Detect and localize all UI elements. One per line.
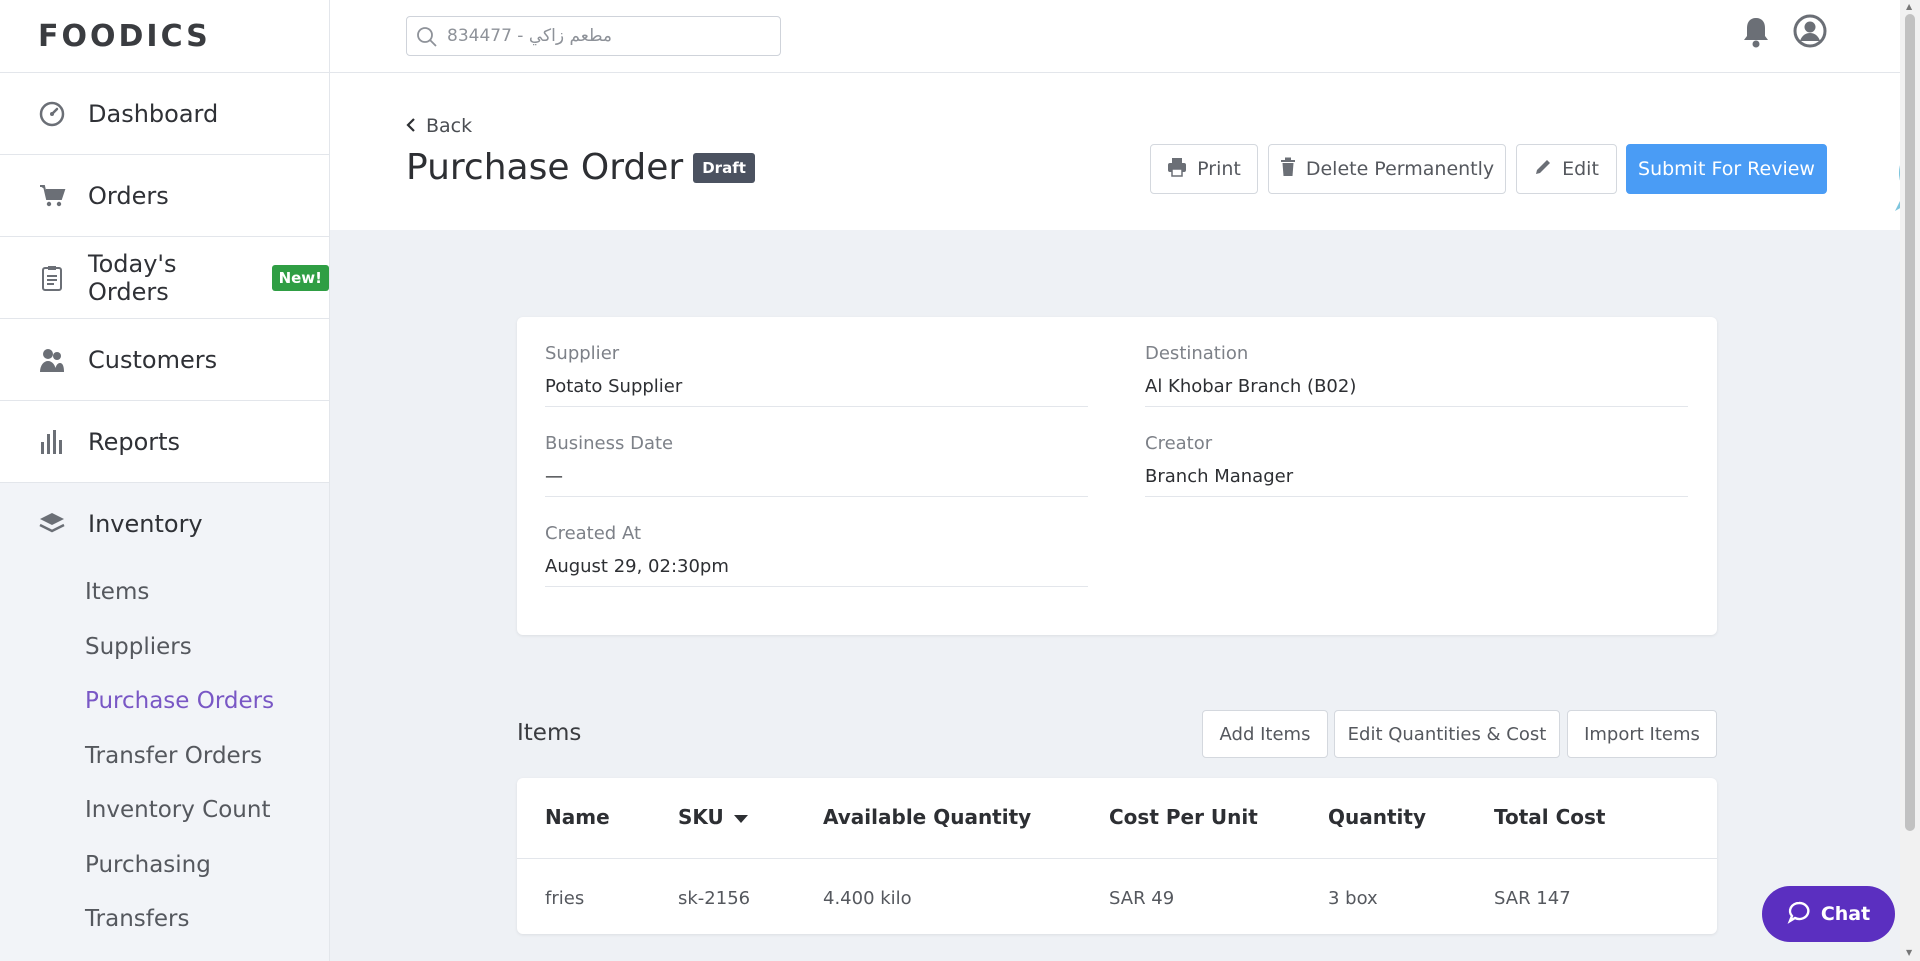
sidebar-item-inventory[interactable]: Inventory <box>0 483 329 565</box>
field-label: Business Date <box>545 433 674 454</box>
field-label: Supplier <box>545 343 620 364</box>
supplier-field: Supplier Potato Supplier <box>545 317 1088 407</box>
status-badge: Draft <box>693 152 755 183</box>
sidebar-item-label: Customers <box>88 345 218 374</box>
column-header-name[interactable]: Name <box>545 805 610 829</box>
sidebar-subitem-items[interactable]: Items <box>0 565 329 620</box>
pencil-icon <box>1534 158 1552 181</box>
sidebar-subitem-transfers[interactable]: Transfers <box>0 892 329 947</box>
edit-label: Edit <box>1562 158 1599 180</box>
sidebar-subitem-purchasing[interactable]: Purchasing <box>0 838 329 893</box>
sidebar-item-customers[interactable]: Customers <box>0 319 329 401</box>
sidebar: FOODICS Dashboard Orders Today's Orders … <box>0 0 330 961</box>
column-header-available-quantity[interactable]: Available Quantity <box>823 805 1031 829</box>
print-label: Print <box>1197 158 1241 180</box>
delete-permanently-button[interactable]: Delete Permanently <box>1268 144 1506 194</box>
page-header: Back Purchase Order Draft Print Delete P… <box>330 73 1920 230</box>
business-date-field: Business Date — <box>545 407 1088 497</box>
column-header-total-cost[interactable]: Total Cost <box>1494 805 1605 829</box>
destination-field: Destination Al Khobar Branch (B02) <box>1145 317 1688 407</box>
sidebar-item-label: Inventory <box>88 510 203 538</box>
field-label: Destination <box>1145 343 1249 364</box>
scroll-down-arrow-icon[interactable]: ▼ <box>1906 948 1912 957</box>
search-icon <box>416 26 438 53</box>
sidebar-subitem-production[interactable]: Production <box>0 947 329 961</box>
items-table: Name SKU Available Quantity Cost Per Uni… <box>517 778 1717 934</box>
page-title: Purchase Order Draft <box>406 147 755 188</box>
items-section-title: Items <box>517 720 582 746</box>
field-value: August 29, 02:30pm <box>545 556 729 577</box>
field-label: Creator <box>1145 433 1213 454</box>
new-badge: New! <box>271 264 329 291</box>
foodics-logo[interactable]: FOODICS <box>0 0 329 73</box>
creator-field: Creator Branch Manager <box>1145 407 1688 497</box>
column-header-sku[interactable]: SKU <box>678 805 748 829</box>
layers-icon <box>38 510 66 538</box>
print-button[interactable]: Print <box>1150 144 1258 194</box>
submit-label: Submit For Review <box>1638 158 1815 180</box>
back-label: Back <box>426 115 473 137</box>
chevron-left-icon <box>406 115 416 137</box>
created-at-field: Created At August 29, 02:30pm <box>545 497 1088 587</box>
customers-icon <box>38 346 66 374</box>
sidebar-item-dashboard[interactable]: Dashboard <box>0 73 329 155</box>
inventory-section: Inventory Items Suppliers Purchase Order… <box>0 483 329 961</box>
sidebar-subitem-suppliers[interactable]: Suppliers <box>0 620 329 675</box>
cart-icon <box>38 182 66 210</box>
user-avatar-icon[interactable] <box>1793 14 1827 52</box>
cell-available-quantity: 4.400 kilo <box>823 888 912 909</box>
column-header-quantity[interactable]: Quantity <box>1328 805 1426 829</box>
cell-total-cost: SAR 147 <box>1494 888 1571 909</box>
field-value: Potato Supplier <box>545 376 683 397</box>
purchase-order-details-card: Supplier Potato Supplier Destination Al … <box>517 317 1717 635</box>
sidebar-item-label: Orders <box>88 181 169 210</box>
sidebar-item-label: Today's Orders <box>88 249 177 306</box>
sidebar-item-label: Reports <box>88 427 181 456</box>
edit-button[interactable]: Edit <box>1516 144 1617 194</box>
dashboard-gauge-icon <box>38 100 66 128</box>
page-title-text: Purchase Order <box>406 147 684 188</box>
scrollbar-thumb[interactable] <box>1905 14 1915 831</box>
clipboard-icon <box>38 264 66 292</box>
sort-caret-down-icon <box>733 805 748 829</box>
table-divider <box>517 858 1717 859</box>
add-items-button[interactable]: Add Items <box>1202 710 1328 758</box>
submit-for-review-button[interactable]: Submit For Review <box>1626 144 1827 194</box>
chat-label: Chat <box>1820 903 1871 925</box>
sidebar-subitem-inventory-count[interactable]: Inventory Count <box>0 783 329 838</box>
top-bar: مطعم زاكي - 834477 <box>330 0 1900 73</box>
trash-icon <box>1280 157 1296 182</box>
back-link[interactable]: Back <box>406 115 472 137</box>
field-label: Created At <box>545 523 642 544</box>
printer-icon <box>1167 157 1187 182</box>
sidebar-item-todays-orders[interactable]: Today's Orders New! <box>0 237 329 319</box>
page-scrollbar[interactable]: ▲ ▼ <box>1900 0 1920 961</box>
column-header-label: SKU <box>678 805 724 829</box>
import-items-button[interactable]: Import Items <box>1567 710 1717 758</box>
chat-bubble-icon <box>1787 900 1811 929</box>
field-value: Branch Manager <box>1145 466 1294 487</box>
sidebar-subitem-transfer-orders[interactable]: Transfer Orders <box>0 729 329 784</box>
bar-chart-icon <box>38 428 66 456</box>
cell-quantity: 3 box <box>1328 888 1378 909</box>
sidebar-item-orders[interactable]: Orders <box>0 155 329 237</box>
field-value: Al Khobar Branch (B02) <box>1145 376 1357 397</box>
sidebar-subitem-purchase-orders[interactable]: Purchase Orders <box>0 674 329 729</box>
cell-sku: sk-2156 <box>678 888 751 909</box>
chat-button[interactable]: Chat <box>1762 886 1895 942</box>
edit-quantities-cost-button[interactable]: Edit Quantities & Cost <box>1334 710 1560 758</box>
sidebar-item-label: Dashboard <box>88 99 219 128</box>
column-header-cost-per-unit[interactable]: Cost Per Unit <box>1109 805 1258 829</box>
search-input[interactable]: مطعم زاكي - 834477 <box>406 16 781 56</box>
notifications-bell-icon[interactable] <box>1742 16 1770 54</box>
search-placeholder: مطعم زاكي - 834477 <box>447 26 613 46</box>
sidebar-item-reports[interactable]: Reports <box>0 401 329 483</box>
delete-label: Delete Permanently <box>1305 158 1495 180</box>
cell-cost-per-unit: SAR 49 <box>1109 888 1175 909</box>
scroll-up-arrow-icon[interactable]: ▲ <box>1906 2 1912 11</box>
field-value: — <box>545 466 563 487</box>
cell-name: fries <box>545 888 585 909</box>
